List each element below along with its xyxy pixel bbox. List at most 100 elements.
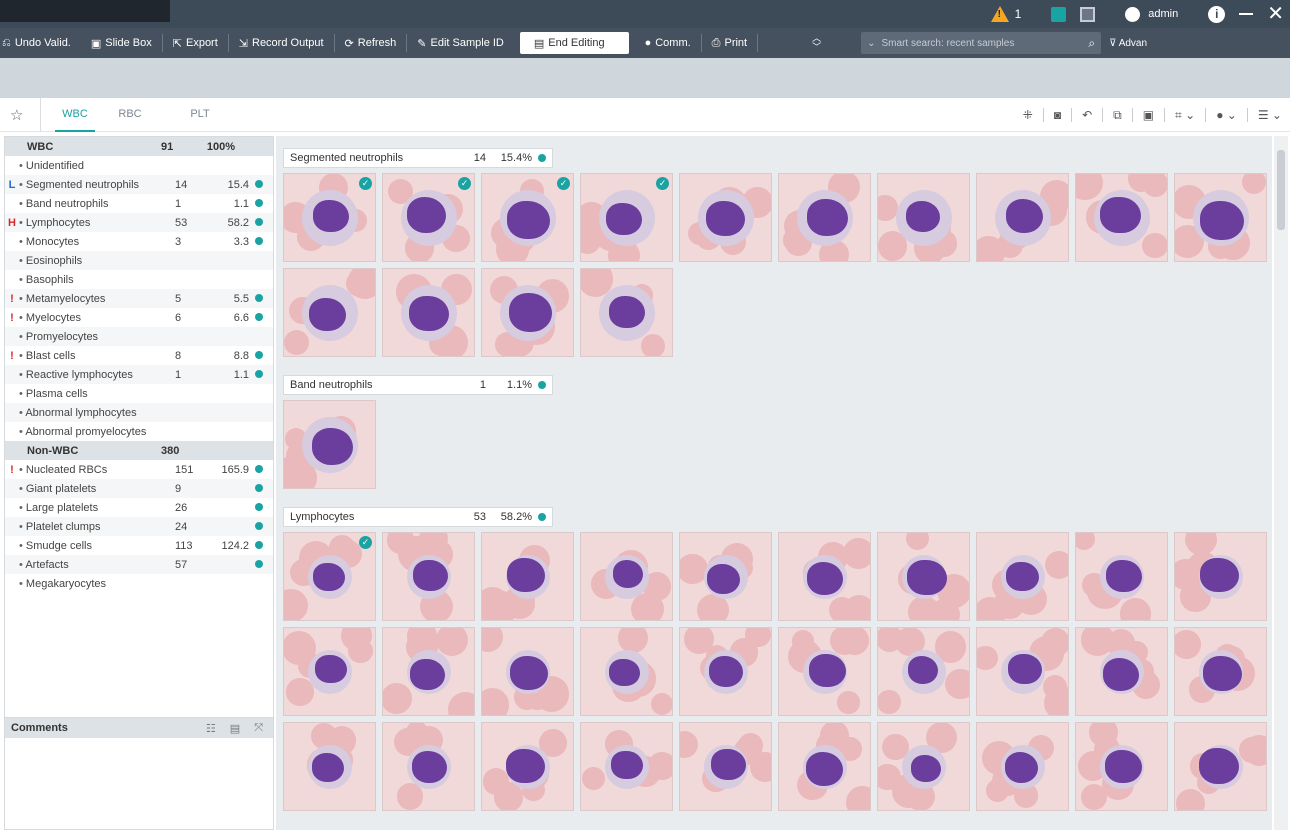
cell-thumbnail[interactable] <box>481 722 574 811</box>
list-item[interactable]: Abnormal lymphocytes <box>5 403 273 422</box>
cell-thumbnail[interactable] <box>679 722 772 811</box>
cell-thumbnail[interactable] <box>976 722 1069 811</box>
list-item[interactable]: Band neutrophils1 1.1 <box>5 194 273 213</box>
save-icon[interactable] <box>1051 6 1067 22</box>
cell-thumbnail[interactable] <box>1075 173 1168 262</box>
cell-thumbnail[interactable] <box>778 627 871 716</box>
cell-thumbnail[interactable] <box>976 532 1069 621</box>
color-icon[interactable]: ● ⌄ <box>1216 108 1237 122</box>
tab-rbc[interactable]: RBC <box>95 98 165 132</box>
expand-icon[interactable]: ⤧ <box>254 722 263 735</box>
cell-thumbnail[interactable]: ✓ <box>283 173 376 262</box>
tab-wbc[interactable]: WBC <box>55 98 95 132</box>
refresh-button[interactable]: ⟳ Refresh <box>335 32 407 54</box>
gallery-group-header[interactable]: Band neutrophils 1 1.1% <box>283 375 553 395</box>
list-item[interactable]: Artefacts57 <box>5 555 273 574</box>
user-name[interactable]: admin <box>1148 8 1178 20</box>
grid-view-icon[interactable]: ⁜ <box>1023 108 1033 122</box>
zoom-fit-icon[interactable]: ⌗ ⌄ <box>1175 108 1195 123</box>
list-item[interactable]: Reactive lymphocytes1 1.1 <box>5 365 273 384</box>
cell-thumbnail[interactable] <box>1075 627 1168 716</box>
cell-thumbnail[interactable] <box>382 268 475 357</box>
list-item[interactable]: Megakaryocytes <box>5 574 273 593</box>
cell-thumbnail[interactable] <box>1174 627 1267 716</box>
gallery-scrollbar[interactable] <box>1274 136 1288 830</box>
print-button[interactable]: ⎙ Print <box>702 32 757 54</box>
cell-thumbnail[interactable] <box>1075 532 1168 621</box>
smart-search-input[interactable]: ⌄ Smart search: recent samples ⌕ <box>861 32 1102 54</box>
cell-thumbnail[interactable] <box>976 173 1069 262</box>
cell-thumbnail[interactable] <box>481 268 574 357</box>
cell-thumbnail[interactable] <box>976 627 1069 716</box>
cell-thumbnail[interactable] <box>382 627 475 716</box>
comment-edit-icon[interactable]: ▤ <box>230 722 240 735</box>
list-item[interactable]: Smudge cells113 124.2 <box>5 536 273 555</box>
cell-thumbnail[interactable] <box>283 627 376 716</box>
cell-thumbnail[interactable] <box>283 722 376 811</box>
cell-thumbnail[interactable] <box>877 627 970 716</box>
compare-icon[interactable]: ⧉ <box>1113 108 1122 123</box>
edit-sample-id-button[interactable]: ✎ Edit Sample ID <box>407 32 514 54</box>
menu-icon[interactable]: ☰ ⌄ <box>1258 108 1282 122</box>
cell-thumbnail[interactable] <box>778 173 871 262</box>
list-item[interactable]: Abnormal promyelocytes <box>5 422 273 441</box>
cell-thumbnail[interactable]: ✓ <box>481 173 574 262</box>
info-icon[interactable]: i <box>1208 5 1226 23</box>
advanced-filter-button[interactable]: ⊽ Advan <box>1109 38 1147 49</box>
comment-list-icon[interactable]: ☷ <box>206 722 216 735</box>
cell-thumbnail[interactable] <box>283 400 376 489</box>
cell-thumbnail[interactable] <box>1075 722 1168 811</box>
cell-thumbnail[interactable] <box>580 268 673 357</box>
list-item[interactable]: Plasma cells <box>5 384 273 403</box>
user-icon[interactable] <box>1125 6 1141 22</box>
cell-thumbnail[interactable] <box>1174 722 1267 811</box>
list-item[interactable]: Basophils <box>5 270 273 289</box>
list-item[interactable]: ! Myelocytes6 6.6 <box>5 308 273 327</box>
list-item[interactable]: Platelet clumps24 <box>5 517 273 536</box>
cell-thumbnail[interactable] <box>481 627 574 716</box>
gallery-group-header[interactable]: Segmented neutrophils 14 15.4% <box>283 148 553 168</box>
cell-thumbnail[interactable] <box>1174 532 1267 621</box>
slide-box-button[interactable]: ▣ Slide Box <box>81 32 162 54</box>
list-item[interactable]: Giant platelets9 <box>5 479 273 498</box>
cell-thumbnail[interactable] <box>778 722 871 811</box>
cell-thumbnail[interactable] <box>679 627 772 716</box>
cell-thumbnail[interactable] <box>877 173 970 262</box>
comments-textarea[interactable] <box>5 738 273 830</box>
cell-thumbnail[interactable] <box>1174 173 1267 262</box>
tab-plt[interactable]: PLT <box>165 98 235 132</box>
cell-thumbnail[interactable]: ✓ <box>580 173 673 262</box>
export-button[interactable]: ⇱ Export <box>163 32 228 54</box>
scrollbar-thumb[interactable] <box>1277 150 1285 230</box>
list-item[interactable]: Large platelets26 <box>5 498 273 517</box>
cell-thumbnail[interactable] <box>580 627 673 716</box>
list-item[interactable]: Promyelocytes <box>5 327 273 346</box>
list-item[interactable]: Unidentified <box>5 156 273 175</box>
list-item[interactable]: ! Metamyelocytes5 5.5 <box>5 289 273 308</box>
cell-thumbnail[interactable]: ✓ <box>382 173 475 262</box>
list-item[interactable]: HLymphocytes53 58.2 <box>5 213 273 232</box>
cell-thumbnail[interactable] <box>580 532 673 621</box>
list-item[interactable]: ! Blast cells8 8.8 <box>5 346 273 365</box>
undo-icon[interactable]: ↶ <box>1082 108 1092 122</box>
cell-thumbnail[interactable] <box>778 532 871 621</box>
list-item[interactable]: Eosinophils <box>5 251 273 270</box>
cell-thumbnail[interactable] <box>382 722 475 811</box>
search-icon[interactable]: ⌕ <box>1088 36 1095 51</box>
list-item[interactable]: ! Nucleated RBCs151 165.9 <box>5 460 273 479</box>
list-item[interactable]: Monocytes3 3.3 <box>5 232 273 251</box>
frame-icon[interactable]: ▣ <box>1143 108 1154 122</box>
undo-valid-button[interactable]: ⎌ Undo Valid. <box>0 32 81 54</box>
cell-thumbnail[interactable] <box>679 532 772 621</box>
cell-thumbnail[interactable] <box>481 532 574 621</box>
minimize-icon[interactable] <box>1239 13 1254 15</box>
cell-thumbnail[interactable]: ✓ <box>283 532 376 621</box>
warning-icon[interactable] <box>990 6 1009 22</box>
sample-nav-updown-icon[interactable]: ︿ ﹀ <box>812 34 821 52</box>
image-view-icon[interactable]: ◙ <box>1054 108 1061 122</box>
cell-thumbnail[interactable] <box>283 268 376 357</box>
close-icon[interactable]: ✕ <box>1267 4 1284 24</box>
cell-thumbnail[interactable] <box>382 532 475 621</box>
cell-thumbnail[interactable] <box>679 173 772 262</box>
cell-thumbnail[interactable] <box>877 722 970 811</box>
